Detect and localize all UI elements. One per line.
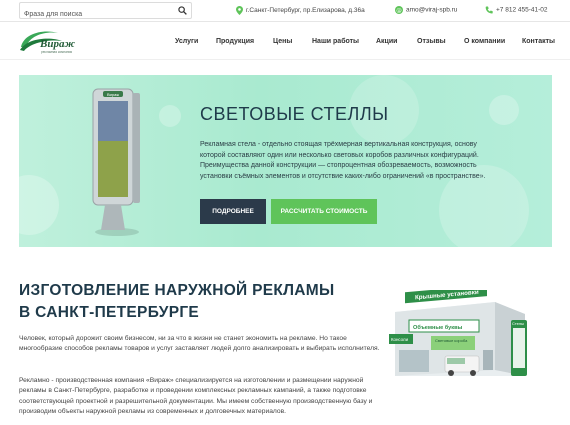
stand-label: Вираж: [107, 92, 119, 97]
svg-text:@: @: [396, 8, 402, 14]
company-paragraph: Рекламно - производственная компания «Ви…: [19, 377, 373, 416]
nav-item-services[interactable]: Услуги: [175, 38, 198, 45]
sign-boxes-text: Световые короба: [435, 338, 468, 343]
more-button[interactable]: ПОДРОБНЕЕ: [200, 199, 266, 224]
nav-item-reviews[interactable]: Отзывы: [417, 38, 446, 45]
logo-name: Вираж: [39, 38, 75, 50]
decor-bubble: [159, 105, 181, 127]
logo-tagline: рекламная компания: [41, 50, 72, 54]
calculate-price-button[interactable]: РАССЧИТАТЬ СТОИМОСТЬ: [271, 199, 377, 224]
email-icon: @: [395, 6, 403, 14]
address-info: г.Санкт-Петербург, пр.Елизарова, д.36а: [236, 6, 365, 15]
email-info: @ amo@viraj-spb.ru: [395, 6, 457, 14]
top-bar: г.Санкт-Петербург, пр.Елизарова, д.36а @…: [0, 0, 570, 22]
search-box: [19, 2, 192, 22]
nav-item-promotions[interactable]: Акции: [376, 38, 397, 45]
section-heading: ИЗГОТОВЛЕНИЕ НАРУЖНОЙ РЕКЛАМЫ В САНКТ-ПЕ…: [19, 282, 335, 321]
hero-description: Рекламная стела - отдельно стоящая трёхм…: [200, 141, 486, 180]
company-logo[interactable]: Вираж рекламная компания: [18, 27, 90, 57]
hero-title: СВЕТОВЫЕ СТЕЛЛЫ: [200, 104, 389, 124]
decor-bubble: [19, 175, 59, 235]
sign-letters-text: Объемные буквы: [413, 324, 463, 331]
nav-item-contacts[interactable]: Контакты: [522, 38, 555, 45]
sign-console-text: Консоли: [391, 337, 409, 342]
phone-link[interactable]: +7 812 455-41-02: [496, 7, 548, 14]
nav-item-prices[interactable]: Цены: [273, 38, 292, 45]
outdoor-advertising-illustration: Крышные установки Объемные буквы Световы…: [389, 290, 527, 376]
search-icon[interactable]: [178, 6, 187, 15]
email-link[interactable]: amo@viraj-spb.ru: [406, 7, 457, 14]
intro-paragraph: Человек, который дорожит своим бизнесом,…: [19, 335, 380, 353]
phone-info: +7 812 455-41-02: [485, 6, 548, 14]
map-pin-icon: [236, 6, 243, 15]
phone-icon: [485, 6, 493, 14]
nav-item-products[interactable]: Продукция: [216, 38, 254, 45]
light-stella-image: Вираж: [92, 88, 140, 236]
decor-bubble: [489, 95, 519, 125]
sign-stella-text: Стелы: [512, 321, 524, 326]
header: Вираж рекламная компания Услуги Продукци…: [0, 22, 570, 60]
nav-item-portfolio[interactable]: Наши работы: [312, 38, 359, 45]
address-text: г.Санкт-Петербург, пр.Елизарова, д.36а: [246, 7, 365, 15]
hero-banner: Вираж СВЕТОВЫЕ СТЕЛЛЫ Рекламная стела - …: [19, 75, 552, 247]
nav-item-about[interactable]: О компании: [464, 38, 505, 45]
search-input[interactable]: [20, 7, 170, 22]
